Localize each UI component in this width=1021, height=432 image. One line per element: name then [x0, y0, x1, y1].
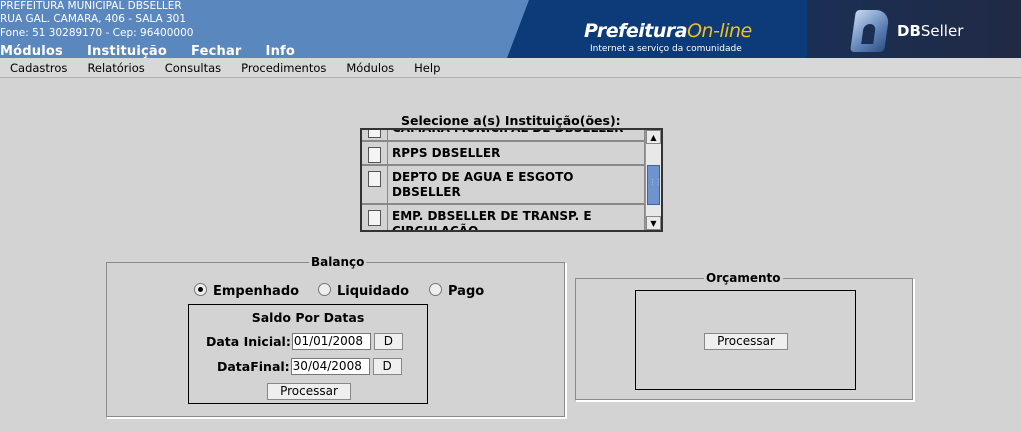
dbseller-logo-text: DBSeller: [897, 22, 963, 40]
data-inicial-picker-button[interactable]: D: [373, 333, 403, 350]
radio-pago[interactable]: Pago: [429, 283, 485, 299]
radio-pago-label: Pago: [448, 284, 485, 299]
balanco-process-button[interactable]: Processar: [267, 383, 351, 400]
institution-item[interactable]: RPPS DBSELLER: [362, 140, 645, 165]
scroll-up-icon[interactable]: ▲: [646, 130, 661, 144]
institution-item[interactable]: EMP. DBSELLER DE TRANSP. E CIRCULAÇÃO: [362, 204, 645, 230]
municipality-address: PREFEITURA MUNICIPAL DBSELLER RUA GAL. C…: [0, 0, 193, 40]
data-inicial-row: Data Inicial: 01/01/2008 D: [206, 333, 403, 350]
institution-scrollbar[interactable]: ▲ ▼: [645, 130, 661, 230]
radio-empenhado-icon[interactable]: [194, 283, 207, 296]
saldo-por-datas-box: Saldo Por Datas Data Inicial: 01/01/2008…: [188, 304, 428, 404]
institution-checkbox[interactable]: [368, 171, 381, 187]
scroll-down-icon[interactable]: ▼: [646, 216, 661, 230]
data-final-label: DataFinal:: [217, 359, 290, 374]
address-line: Fone: 51 30289170 - Cep: 96400000: [0, 26, 194, 39]
institution-checkbox[interactable]: [368, 130, 381, 138]
menu-bar: Cadastros Relatórios Consultas Procedime…: [0, 58, 1021, 78]
data-final-input[interactable]: 30/04/2008: [290, 358, 370, 375]
orcamento-legend: Orçamento: [704, 271, 783, 285]
address-line: PREFEITURA MUNICIPAL DBSELLER: [0, 0, 182, 12]
address-line: RUA GAL. CAMARA, 406 - SALA 301: [0, 13, 187, 26]
top-nav-info[interactable]: Info: [266, 44, 295, 58]
menu-modulos[interactable]: Módulos: [336, 61, 404, 75]
logo-text-bold: DB: [897, 22, 921, 40]
data-inicial-input[interactable]: 01/01/2008: [291, 333, 371, 350]
institution-label: CAMARA MUNICIPAL DE DBSELLER: [387, 130, 637, 140]
institution-checkbox[interactable]: [368, 210, 381, 226]
menu-consultas[interactable]: Consultas: [155, 61, 231, 75]
top-nav: Módulos Instituição Fechar Info: [0, 44, 319, 58]
institution-label: EMP. DBSELLER DE TRANSP. E CIRCULAÇÃO: [387, 205, 637, 230]
orcamento-process-button[interactable]: Processar: [704, 333, 788, 350]
data-final-row: DataFinal: 30/04/2008 D: [217, 358, 402, 375]
brand-name-main: Prefeitura: [584, 20, 688, 42]
logo-text-rest: Seller: [920, 22, 964, 40]
radio-empenhado[interactable]: Empenhado: [194, 283, 300, 299]
radio-liquidado-icon[interactable]: [318, 283, 331, 296]
institution-list[interactable]: CAMARA MUNICIPAL DE DBSELLER RPPS DBSELL…: [360, 128, 663, 232]
institution-selector-label: Selecione a(s) Instituição(ões):: [401, 113, 621, 128]
balanco-legend: Balanço: [309, 255, 367, 269]
brand-title: PrefeituraOn-line: [584, 20, 752, 42]
top-nav-modulos[interactable]: Módulos: [0, 44, 63, 58]
scrollbar-thumb[interactable]: [647, 165, 661, 205]
radio-pago-icon[interactable]: [429, 283, 442, 296]
dbseller-logo-icon: [850, 10, 890, 52]
header-divider: [507, 0, 529, 58]
top-nav-fechar[interactable]: Fechar: [191, 44, 242, 58]
orcamento-fieldset: Orçamento Processar: [575, 271, 914, 401]
brand-tagline: Internet a serviço da comunidade: [590, 44, 742, 54]
prefeitura-online-logo: PrefeituraOn-line Internet a serviço da …: [507, 0, 807, 58]
institution-checkbox[interactable]: [368, 146, 381, 163]
orcamento-box: Processar: [635, 290, 856, 390]
institution-item[interactable]: DEPTO DE AGUA E ESGOTO DBSELLER: [362, 165, 645, 204]
menu-help[interactable]: Help: [404, 61, 450, 75]
menu-procedimentos[interactable]: Procedimentos: [231, 61, 336, 75]
menu-cadastros[interactable]: Cadastros: [0, 61, 77, 75]
institution-label: RPPS DBSELLER: [387, 141, 637, 164]
menu-relatorios[interactable]: Relatórios: [77, 61, 154, 75]
radio-liquidado[interactable]: Liquidado: [318, 283, 410, 299]
radio-empenhado-label: Empenhado: [213, 284, 300, 299]
data-final-picker-button[interactable]: D: [372, 358, 402, 375]
institution-item[interactable]: CAMARA MUNICIPAL DE DBSELLER: [362, 130, 645, 141]
institution-label: DEPTO DE AGUA E ESGOTO DBSELLER: [387, 166, 637, 203]
balanco-fieldset: Balanço Empenhado Liquidado Pago Saldo P…: [106, 255, 566, 418]
radio-liquidado-label: Liquidado: [337, 284, 410, 299]
brand-name-accent: On-line: [687, 20, 752, 42]
data-inicial-label: Data Inicial:: [206, 334, 291, 349]
institution-list-content: CAMARA MUNICIPAL DE DBSELLER RPPS DBSELL…: [362, 130, 645, 230]
top-nav-instituicao[interactable]: Instituição: [87, 44, 167, 58]
saldo-title: Saldo Por Datas: [251, 310, 365, 325]
dbseller-logo: DBSeller: [807, 0, 1021, 58]
